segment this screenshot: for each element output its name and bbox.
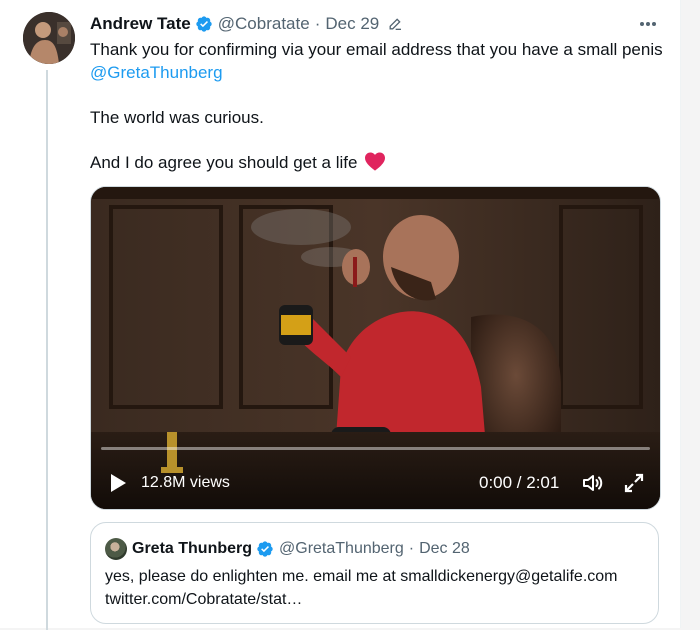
author-name[interactable]: Andrew Tate xyxy=(90,14,191,34)
tweet-date[interactable]: Dec 29 xyxy=(325,14,379,34)
quoted-author-handle: @GretaThunberg xyxy=(279,540,404,557)
thread-line xyxy=(46,70,48,630)
header-separator: · xyxy=(314,14,321,33)
verified-badge-icon xyxy=(256,540,274,558)
quoted-tweet[interactable]: Greta Thunberg @GretaThunberg · Dec 28 y… xyxy=(90,522,659,624)
quoted-author-name: Greta Thunberg xyxy=(132,540,253,557)
video-player[interactable]: 12.8M views 0:00 / 2:01 xyxy=(90,186,661,510)
tweet-card[interactable]: Andrew Tate @Cobratate · Dec 29 Thank yo… xyxy=(0,0,681,630)
quoted-tweet-header: Greta Thunberg @GretaThunberg · Dec 28 xyxy=(105,537,470,561)
more-options-icon[interactable] xyxy=(638,14,658,34)
edit-pencil-icon xyxy=(387,16,403,32)
author-avatar[interactable] xyxy=(23,12,75,64)
quoted-author-avatar xyxy=(105,538,127,560)
video-progress-bar[interactable] xyxy=(101,447,650,450)
quoted-text-link: twitter.com/Cobratate/stat… xyxy=(105,591,303,608)
mention-link[interactable]: @GretaThunberg xyxy=(90,63,223,82)
author-handle[interactable]: @Cobratate xyxy=(218,14,310,34)
quoted-tweet-date: Dec 28 xyxy=(419,540,470,557)
fullscreen-icon[interactable] xyxy=(623,472,645,494)
quoted-header-separator: · xyxy=(408,540,415,557)
tweet-header: Andrew Tate @Cobratate · Dec 29 xyxy=(90,12,403,36)
quoted-text-line: yes, please do enlighten me. email me at… xyxy=(105,568,618,585)
verified-badge-icon xyxy=(195,15,213,33)
tweet-text-line: And I do agree you should get a life xyxy=(90,153,358,172)
tweet-text-line: The world was curious. xyxy=(90,108,264,127)
volume-icon[interactable] xyxy=(581,471,605,495)
video-time: 0:00 / 2:01 xyxy=(479,473,560,492)
video-views: 12.8M views xyxy=(141,474,230,491)
tweet-text: Thank you for confirming via your email … xyxy=(90,38,670,177)
video-frame xyxy=(91,187,660,509)
play-icon[interactable] xyxy=(107,472,129,494)
quoted-tweet-text: yes, please do enlighten me. email me at… xyxy=(105,565,650,611)
tweet-text-line: Thank you for confirming via your email … xyxy=(90,40,663,59)
red-heart-icon xyxy=(364,151,386,177)
